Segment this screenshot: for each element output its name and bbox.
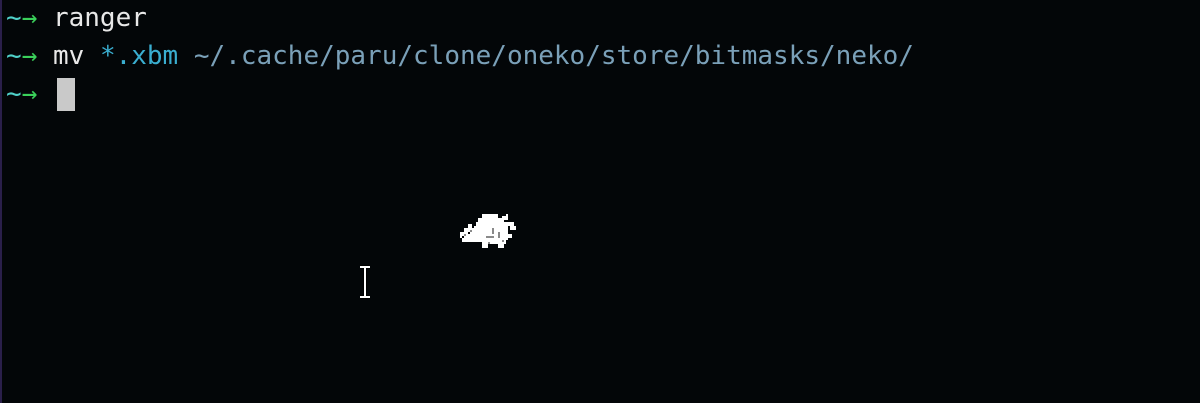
prompt-tilde: ~ xyxy=(6,3,22,33)
command-text: ranger xyxy=(52,3,147,33)
neko-cat-icon xyxy=(460,214,516,248)
command-text: mv xyxy=(52,41,85,71)
terminal-line: ~→ mv *.xbm ~/.cache/paru/clone/oneko/st… xyxy=(6,38,914,74)
terminal-line: ~→ ranger xyxy=(6,0,147,36)
prompt-arrow-icon: → xyxy=(21,79,38,109)
glob-argument: *.xbm xyxy=(99,41,179,71)
terminal-window[interactable]: ~→ ranger ~→ mv *.xbm ~/.cache/paru/clon… xyxy=(0,0,1200,403)
prompt-tilde: ~ xyxy=(6,79,22,109)
terminal-line: ~→ xyxy=(6,76,53,112)
prompt-arrow-icon: → xyxy=(21,3,38,33)
block-cursor xyxy=(57,78,75,111)
i-beam-cursor-icon xyxy=(360,265,370,299)
path-argument: ~/.cache/paru/clone/oneko/store/bitmasks… xyxy=(193,41,914,71)
prompt-tilde: ~ xyxy=(6,41,22,71)
prompt-arrow-icon: → xyxy=(21,41,38,71)
